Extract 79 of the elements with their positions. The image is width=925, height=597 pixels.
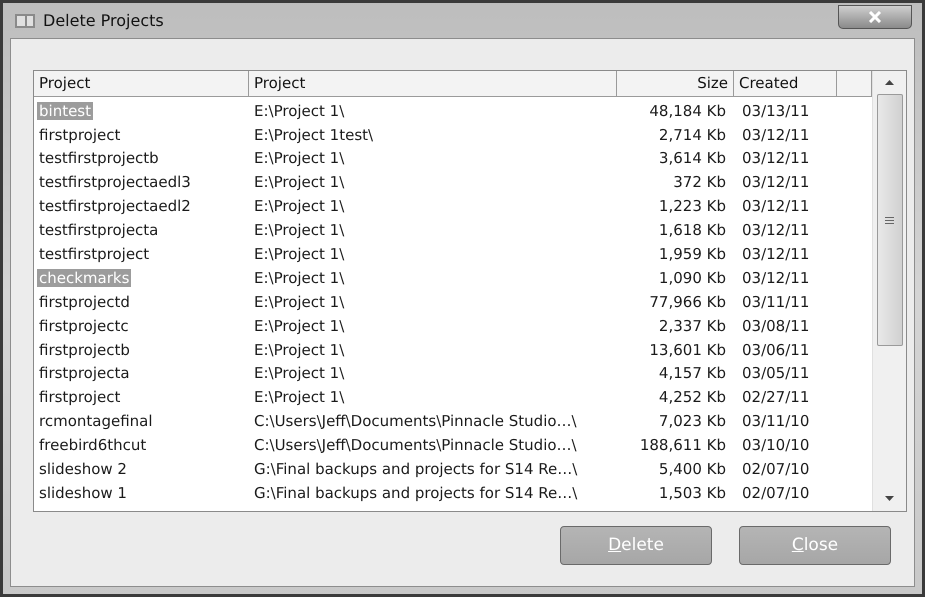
project-name[interactable]: firstproject — [37, 388, 122, 406]
project-size: 2,714 Kb — [658, 126, 726, 144]
column-header[interactable]: Project — [249, 71, 617, 96]
project-name[interactable]: firstproject — [37, 126, 122, 144]
close-icon — [868, 11, 882, 23]
project-size: 13,601 Kb — [649, 340, 726, 359]
project-date: 03/12/11 — [742, 126, 810, 144]
project-date: 03/12/11 — [742, 197, 810, 216]
project-name[interactable]: firstprojecta — [37, 364, 132, 382]
project-path: C:\Users\Jeff\Documents\Pinnacle Studio…\ — [254, 412, 577, 430]
project-path: E:\Project 1\ — [254, 292, 344, 311]
project-path: C:\Users\Jeff\Documents\Pinnacle Studio…\ — [254, 436, 577, 454]
project-date: 03/10/10 — [742, 436, 810, 454]
project-date: 03/12/11 — [742, 173, 810, 192]
scrollbar[interactable] — [872, 71, 906, 511]
project-path: E:\Project 1test\ — [254, 126, 374, 144]
project-path: E:\Project 1\ — [254, 388, 344, 406]
project-name[interactable]: freebird6thcut — [37, 436, 148, 454]
project-date: 03/06/11 — [742, 340, 810, 359]
scroll-thumb[interactable] — [876, 94, 902, 346]
project-size: 188,611 Kb — [640, 436, 726, 454]
project-name[interactable]: rcmontagefinal — [37, 412, 155, 430]
project-path: G:\Final backups and projects for S14 Re…\ — [254, 484, 578, 502]
project-date: 03/11/11 — [742, 292, 810, 311]
project-path: G:\Final backups and projects for S14 Re…\ — [254, 460, 578, 478]
project-date: 02/07/10 — [742, 484, 810, 502]
project-date: 03/12/11 — [742, 268, 810, 287]
project-path: E:\Project 1\ — [254, 268, 344, 287]
project-size: 372 Kb — [673, 173, 726, 192]
project-name[interactable]: testfirstprojectaedl3 — [37, 173, 193, 192]
project-path: E:\Project 1\ — [254, 316, 344, 335]
project-name[interactable]: slideshow 1 — [37, 484, 129, 502]
project-date: 03/12/11 — [742, 245, 810, 264]
project-date: 03/12/11 — [742, 221, 810, 240]
project-name[interactable]: testfirstprojectb — [37, 149, 161, 168]
project-path: E:\Project 1\ — [254, 197, 344, 216]
project-path: E:\Project 1\ — [254, 245, 344, 264]
project-date: 02/07/10 — [742, 460, 810, 478]
window-title: Delete Projects — [43, 10, 164, 32]
project-date: 03/13/11 — [742, 102, 810, 120]
project-date: 03/08/11 — [742, 316, 810, 335]
project-size: 1,618 Kb — [658, 221, 726, 240]
scroll-down-icon[interactable] — [885, 496, 894, 501]
project-name[interactable]: testfirstprojectaedl2 — [37, 197, 193, 216]
project-size: 48,184 Kb — [649, 102, 726, 120]
project-path: E:\Project 1\ — [254, 221, 344, 240]
window-icon — [15, 14, 35, 28]
project-date: 02/27/11 — [742, 388, 810, 406]
project-size: 1,959 Kb — [658, 245, 726, 264]
close-button[interactable] — [838, 5, 912, 29]
project-date: 03/05/11 — [742, 364, 810, 382]
project-size: 7,023 Kb — [658, 412, 726, 430]
project-date: 03/12/11 — [742, 149, 810, 168]
column-header[interactable]: Created — [734, 71, 837, 96]
project-size: 4,157 Kb — [658, 364, 726, 382]
grip-icon — [885, 216, 894, 224]
column-header[interactable]: Size — [617, 71, 734, 96]
project-path: E:\Project 1\ — [254, 340, 344, 359]
project-size: 2,337 Kb — [658, 316, 726, 335]
project-name[interactable]: firstprojectc — [37, 316, 131, 335]
project-name[interactable]: slideshow 2 — [37, 460, 129, 478]
project-size: 1,090 Kb — [658, 268, 726, 287]
column-header[interactable]: Project — [34, 71, 249, 96]
project-name[interactable]: testfirstproject — [37, 245, 152, 264]
project-size: 5,400 Kb — [658, 460, 726, 478]
project-date: 03/11/10 — [742, 412, 810, 430]
project-path: E:\Project 1\ — [254, 149, 344, 168]
project-size: 77,966 Kb — [649, 292, 726, 311]
project-size: 4,252 Kb — [658, 388, 726, 406]
project-name[interactable]: firstprojectb — [37, 340, 132, 359]
project-size: 1,503 Kb — [658, 484, 726, 502]
project-size: 1,223 Kb — [658, 197, 726, 216]
project-name[interactable]: firstprojectd — [37, 292, 132, 311]
project-name[interactable]: testfirstprojecta — [37, 221, 160, 240]
project-path: E:\Project 1\ — [254, 102, 344, 120]
project-path: E:\Project 1\ — [254, 173, 344, 192]
scroll-up-icon[interactable] — [885, 80, 894, 85]
project-size: 3,614 Kb — [658, 149, 726, 168]
project-path: E:\Project 1\ — [254, 364, 344, 382]
